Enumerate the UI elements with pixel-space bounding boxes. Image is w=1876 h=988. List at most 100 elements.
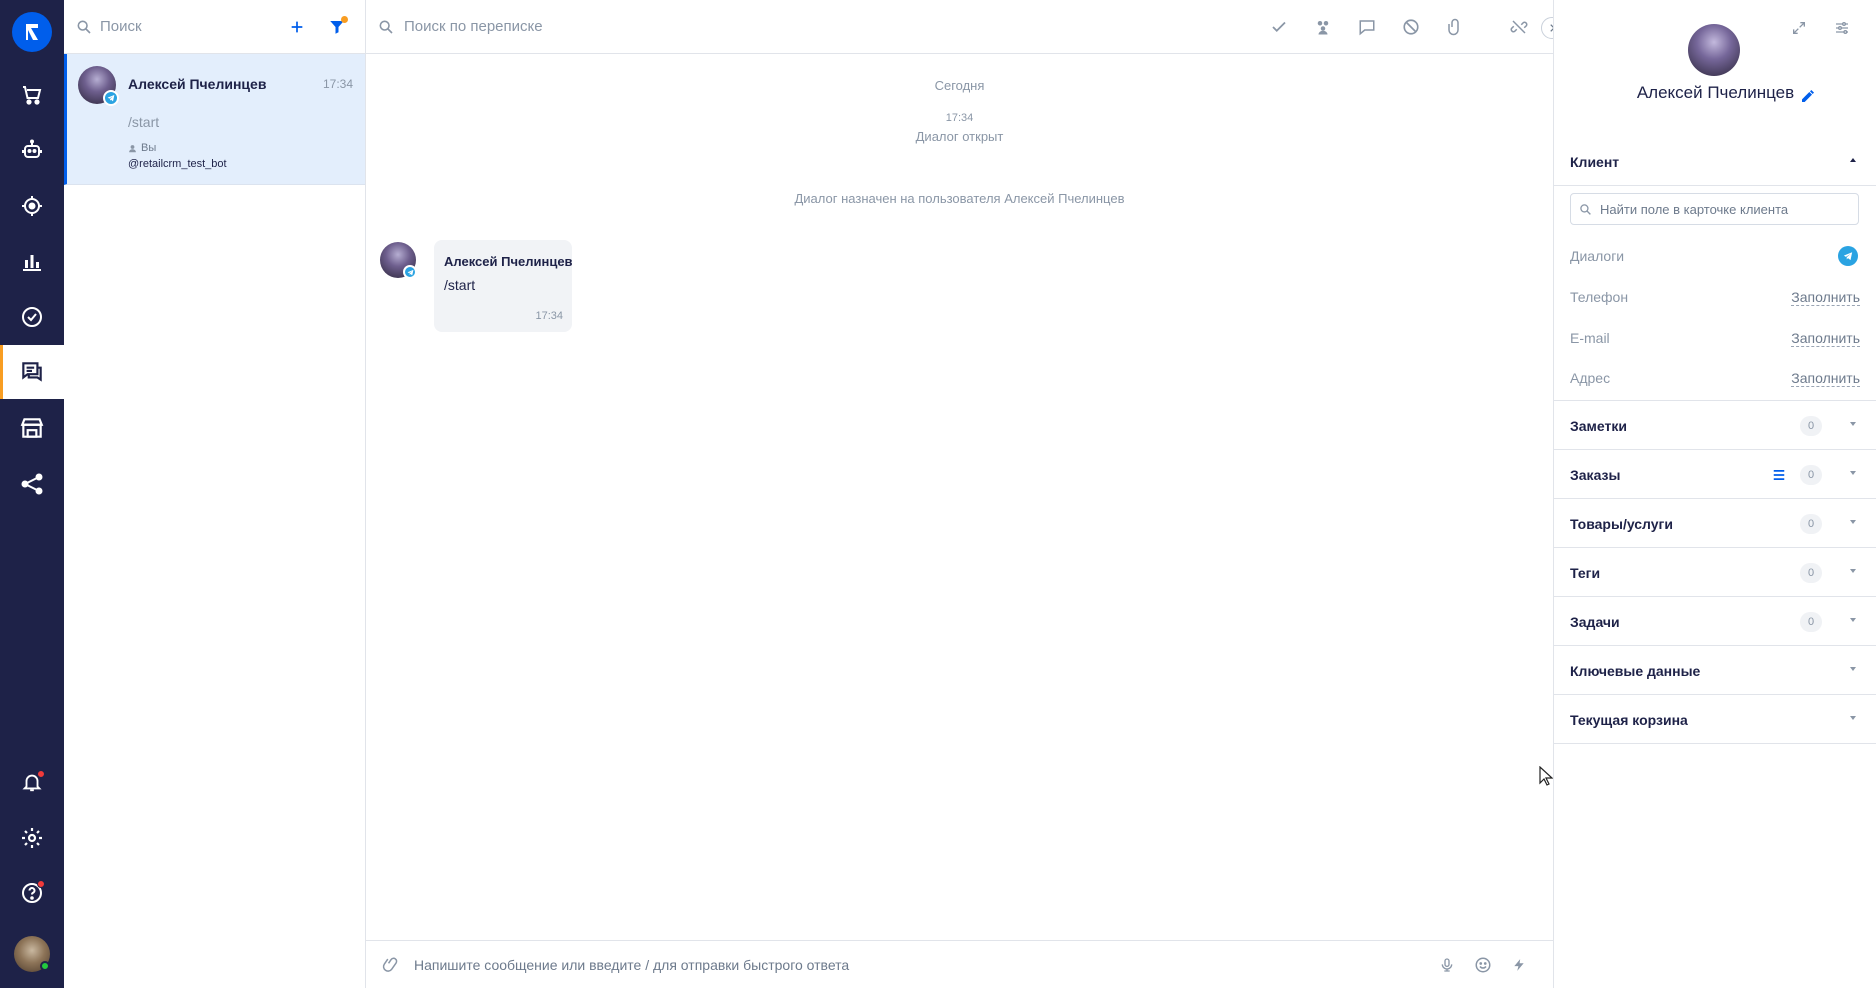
message-input[interactable]: Напишите сообщение или введите / для отп… [414, 957, 1429, 973]
client-field-search[interactable]: Найти поле в карточке клиента [1570, 193, 1859, 225]
orders-list-button[interactable] [1772, 468, 1786, 482]
section-notes[interactable]: Заметки 0 [1554, 401, 1876, 450]
online-indicator [40, 961, 50, 971]
microphone-icon [1441, 957, 1453, 972]
section-tags[interactable]: Теги 0 [1554, 548, 1876, 597]
chevron-down-icon [1850, 471, 1856, 475]
search-icon [378, 19, 394, 35]
emoji-button[interactable] [1465, 956, 1501, 974]
nav-help[interactable] [0, 866, 64, 920]
dialog-contact-name: Алексей Пчелинцев [128, 76, 267, 92]
assign-button[interactable] [1301, 0, 1345, 54]
section-orders[interactable]: Заказы 0 [1554, 450, 1876, 499]
section-count: 0 [1800, 465, 1822, 485]
dialog-list-toolbar: Поиск [64, 0, 365, 54]
nav-bots[interactable] [0, 123, 64, 177]
settings-icon [20, 826, 44, 850]
client-field-search-placeholder: Найти поле в карточке клиента [1600, 201, 1789, 217]
telegram-icon[interactable] [1838, 246, 1858, 266]
field-email-label: E-mail [1570, 330, 1610, 346]
field-address-label: Адрес [1570, 370, 1611, 386]
client-name: Алексей Пчелинцев [1636, 83, 1795, 102]
nav-tasks[interactable] [0, 290, 64, 344]
list-icon [1773, 470, 1785, 480]
nav-chats[interactable] [0, 345, 64, 399]
section-title: Товары/услуги [1570, 516, 1673, 532]
nav-analytics[interactable] [0, 234, 64, 288]
field-address: Адрес Заполнить [1570, 370, 1860, 390]
edit-client-button[interactable] [1800, 88, 1816, 104]
retailcrm-logo[interactable] [12, 12, 52, 52]
section-title: Клиент [1570, 154, 1620, 170]
bot-icon [20, 138, 44, 162]
block-button[interactable] [1389, 0, 1433, 54]
integrations-icon [20, 472, 44, 496]
dialog-item[interactable]: Алексей Пчелинцев 17:34 /start Вы @retai… [64, 54, 365, 185]
section-count: 0 [1800, 514, 1822, 534]
chat-search-input[interactable]: Поиск по переписке [404, 18, 1257, 35]
mouse-cursor-icon [1539, 766, 1553, 786]
field-dialogs: Диалоги [1570, 246, 1860, 268]
nav-marketing[interactable] [0, 179, 64, 233]
fill-email-link[interactable]: Заполнить [1791, 330, 1860, 347]
fill-address-link[interactable]: Заполнить [1791, 370, 1860, 387]
section-count: 0 [1800, 416, 1822, 436]
channel-button[interactable] [1345, 0, 1389, 54]
field-phone-label: Телефон [1570, 289, 1629, 305]
nav-settings[interactable] [0, 811, 64, 865]
section-products[interactable]: Товары/услуги 0 [1554, 499, 1876, 548]
section-key-data[interactable]: Ключевые данные [1554, 646, 1876, 695]
section-title: Текущая корзина [1570, 712, 1688, 728]
section-client[interactable]: Клиент [1554, 137, 1876, 186]
close-dialog-button[interactable] [1257, 0, 1301, 54]
nav-integrations[interactable] [0, 457, 64, 511]
nav-rail [0, 0, 64, 988]
analytics-icon [20, 249, 44, 273]
filter-active-dot [341, 15, 348, 23]
client-panel: Алексей Пчелинцев Клиент Найти поле в ка… [1553, 0, 1876, 988]
unlink-button[interactable] [1497, 0, 1541, 54]
unlink-icon [1510, 19, 1528, 34]
paperclip-icon [382, 957, 398, 972]
section-count: 0 [1800, 563, 1822, 583]
store-icon [19, 415, 45, 441]
nav-orders[interactable] [0, 68, 64, 122]
message-bubble[interactable]: Алексей Пчелинцев /start 17:34 [434, 240, 573, 332]
check-icon [1272, 21, 1286, 32]
search-icon [76, 19, 92, 35]
section-tasks[interactable]: Задачи 0 [1554, 597, 1876, 646]
field-email: E-mail Заполнить [1570, 330, 1860, 350]
message-composer: Напишите сообщение или введите / для отп… [366, 940, 1553, 988]
message-author: Алексей Пчелинцев [444, 254, 573, 269]
field-dialogs-label: Диалоги [1570, 248, 1625, 264]
voice-button[interactable] [1429, 956, 1465, 974]
search-icon [1580, 203, 1591, 215]
event-dialog-opened: Диалог открыт [915, 129, 1004, 144]
telegram-icon [403, 265, 417, 279]
message-time: 17:34 [535, 310, 563, 322]
filter-button[interactable] [321, 15, 353, 36]
client-avatar [1688, 24, 1740, 76]
chevron-down-icon [1850, 569, 1856, 573]
fill-phone-link[interactable]: Заполнить [1791, 289, 1860, 306]
chevron-down-icon [1850, 520, 1856, 524]
user-icon [129, 144, 136, 152]
ban-icon [1403, 18, 1419, 35]
expand-button[interactable] [1791, 20, 1807, 36]
expand-icon [1793, 22, 1805, 34]
event-time: 17:34 [945, 112, 974, 124]
dialog-search-input[interactable]: Поиск [100, 18, 273, 35]
dialog-time: 17:34 [322, 77, 353, 91]
section-title: Заметки [1570, 418, 1627, 434]
panel-settings-button[interactable] [1834, 20, 1850, 36]
quick-reply-button[interactable] [1501, 956, 1537, 974]
nav-notifications[interactable] [0, 755, 64, 809]
attach-button[interactable] [382, 956, 400, 974]
section-title: Ключевые данные [1570, 663, 1701, 679]
field-phone: Телефон Заполнить [1570, 289, 1860, 309]
attachments-button[interactable] [1433, 0, 1477, 54]
nav-store[interactable] [0, 401, 64, 455]
event-assigned: Диалог назначен на пользователя Алексей … [794, 191, 1125, 206]
section-current-cart[interactable]: Текущая корзина [1554, 695, 1876, 744]
add-dialog-button[interactable] [281, 19, 313, 35]
